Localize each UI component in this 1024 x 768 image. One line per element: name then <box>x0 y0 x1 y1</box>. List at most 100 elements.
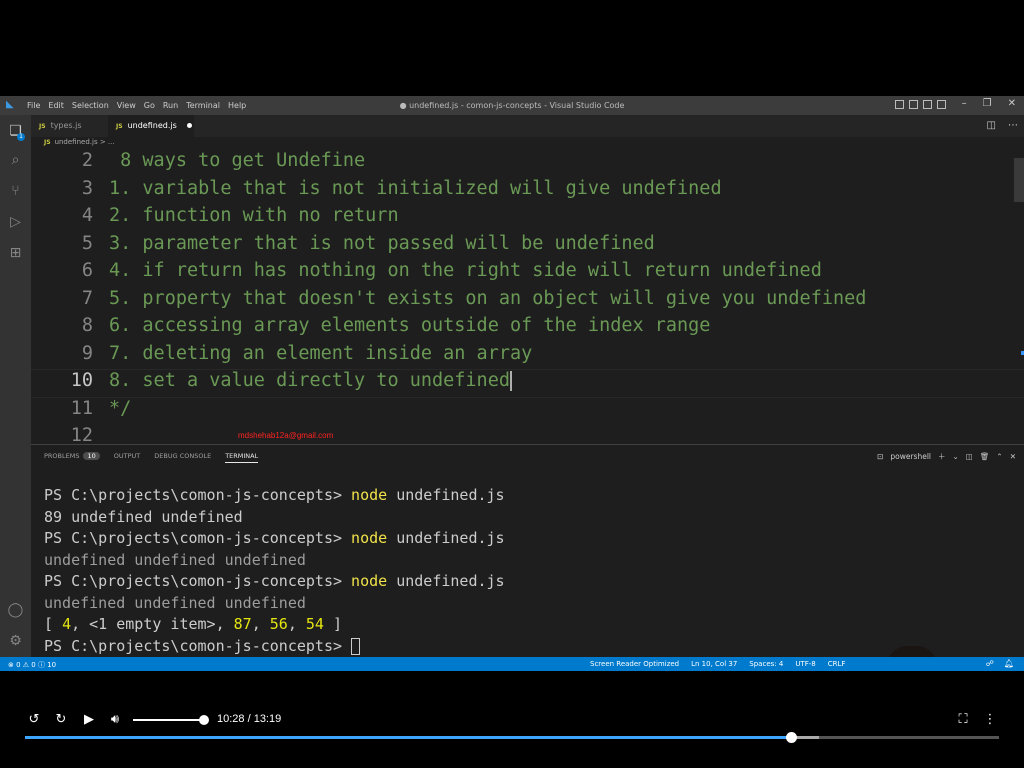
menu-bar: File Edit Selection View Go Run Terminal… <box>27 101 246 110</box>
command-arg: undefined.js <box>387 529 505 547</box>
code-line: 11 */ <box>31 398 1024 425</box>
encoding-status[interactable]: UTF-8 <box>795 660 815 668</box>
line-code: 8 ways to get Undefine <box>109 150 366 171</box>
more-options-icon[interactable]: ⋮ <box>982 712 998 728</box>
extensions-icon[interactable]: ⊞ <box>7 245 24 262</box>
breadcrumb-file[interactable]: undefined.js <box>55 138 98 146</box>
js-file-icon: JS <box>116 123 123 130</box>
exit-fullscreen-icon[interactable]: ⛶ <box>955 712 971 728</box>
shell-name[interactable]: powershell <box>890 452 931 461</box>
output-number: 4 <box>62 615 72 633</box>
tab-terminal[interactable]: TERMINAL <box>225 452 259 463</box>
bottom-panel: PROBLEMS 10 OUTPUT DEBUG CONSOLE TERMINAL… <box>31 444 1024 664</box>
output-text: undefined undefined undefined <box>44 593 306 612</box>
prompt: PS C:\projects\comon-js-concepts> <box>44 529 352 547</box>
feedback-icon[interactable]: ☍ <box>986 659 994 668</box>
toggle-sidebar-icon[interactable] <box>895 100 904 109</box>
notifications-bell-icon[interactable]: 🔔︎ <box>1004 659 1014 668</box>
tab-undefined-js[interactable]: JS undefined.js <box>108 115 194 137</box>
cursor-position-status[interactable]: Ln 10, Col 37 <box>691 660 737 668</box>
terminal-line: PS C:\projects\comon-js-concepts> node u… <box>44 572 505 594</box>
chevron-down-icon[interactable]: ⌄ <box>952 452 958 461</box>
code-line: 12 <box>31 425 1024 444</box>
volume-icon[interactable]: 🔊︎ <box>107 712 123 728</box>
code-line: 6 4. if return has nothing on the right s… <box>31 260 1024 287</box>
line-code: 7. deleting an element inside an array <box>109 342 533 364</box>
run-debug-icon[interactable]: ▷ <box>7 214 24 231</box>
problems-count-badge: 10 <box>83 452 100 460</box>
volume-knob[interactable] <box>199 715 209 725</box>
line-number: 3 <box>81 177 93 199</box>
menu-terminal[interactable]: Terminal <box>186 101 220 110</box>
tab-debug-console[interactable]: DEBUG CONSOLE <box>154 452 211 463</box>
menu-run[interactable]: Run <box>163 101 178 110</box>
tab-types-js[interactable]: JS types.js <box>31 115 108 137</box>
js-file-icon: JS <box>39 123 46 130</box>
command: node <box>351 529 388 547</box>
line-number: 6 <box>81 260 93 281</box>
activity-bar: ❏ 1 ⌕ ⑂ ▷ ⊞ ◯ ⚙ <box>0 115 31 663</box>
video-player-controls: ↺ ↻ ▶ 🔊︎ 10:28 / 13:19 ⛶ ⋮ <box>0 671 1024 768</box>
output-text: [ <box>44 615 63 633</box>
breadcrumb-rest[interactable]: > ... <box>100 138 115 146</box>
progress-fill <box>25 736 791 739</box>
line-number: 7 <box>81 287 93 309</box>
progress-knob[interactable] <box>785 732 797 743</box>
line-number: 12 <box>70 425 93 444</box>
trash-icon[interactable]: 🗑 <box>980 452 990 461</box>
terminal-line: PS C:\projects\comon-js-concepts> <box>44 637 505 659</box>
toggle-secondary-sidebar-icon[interactable] <box>923 100 932 109</box>
forward-10-icon[interactable]: ↻ <box>53 712 69 728</box>
problems-status[interactable]: ⊗ 0 ⚠ 0 ⓘ 10 <box>8 660 56 670</box>
prompt: PS C:\projects\comon-js-concepts> <box>44 636 352 655</box>
terminal-line: [ 4, <1 empty item>, 87, 56, 54 ] <box>44 615 505 637</box>
restore-icon[interactable]: ❐ <box>983 98 992 109</box>
prompt: PS C:\projects\comon-js-concepts> <box>44 572 352 590</box>
code-line: 5 3. parameter that is not passed will be… <box>31 233 1024 260</box>
source-control-icon[interactable]: ⑂ <box>7 183 24 200</box>
menu-help[interactable]: Help <box>228 101 246 110</box>
breadcrumb: JS undefined.js > ... <box>44 138 115 146</box>
minimize-icon[interactable]: – <box>962 98 967 109</box>
toggle-panel-icon[interactable] <box>909 100 918 109</box>
split-editor-icon[interactable]: ◫ <box>987 120 996 131</box>
status-bar: ⊗ 0 ⚠ 0 ⓘ 10 Screen Reader Optimized Ln … <box>0 657 1024 671</box>
output-number: 54 <box>305 615 324 633</box>
more-actions-icon[interactable]: ⋯ <box>1008 120 1018 131</box>
maximize-panel-icon[interactable]: ⌃ <box>996 452 1002 461</box>
output-number: 56 <box>269 615 288 633</box>
menu-file[interactable]: File <box>27 101 40 110</box>
screen-reader-status[interactable]: Screen Reader Optimized <box>590 660 679 668</box>
tab-problems[interactable]: PROBLEMS 10 <box>44 452 100 463</box>
volume-slider[interactable] <box>133 719 204 721</box>
rewind-10-icon[interactable]: ↺ <box>26 712 42 728</box>
split-terminal-icon[interactable]: ◫ <box>966 452 973 461</box>
menu-view[interactable]: View <box>117 101 136 110</box>
editor-scrollbar[interactable] <box>1014 158 1024 202</box>
customize-layout-icon[interactable] <box>937 100 946 109</box>
search-icon[interactable]: ⌕ <box>7 152 24 169</box>
menu-edit[interactable]: Edit <box>48 101 64 110</box>
account-icon[interactable]: ◯ <box>7 602 24 619</box>
line-number: 9 <box>81 342 93 364</box>
line-code: 8. set a value directly to undefined <box>109 370 512 391</box>
tab-output[interactable]: OUTPUT <box>114 452 141 463</box>
code-editor[interactable]: 2 8 ways to get Undefine 3 1. variable th… <box>31 148 1024 444</box>
code-line: 8 6. accessing array elements outside of … <box>31 315 1024 342</box>
close-panel-icon[interactable]: ✕ <box>1010 452 1016 461</box>
settings-gear-icon[interactable]: ⚙ <box>7 633 24 650</box>
code-line: 4 2. function with no return <box>31 205 1024 232</box>
vscode-window: ◣ File Edit Selection View Go Run Termin… <box>0 96 1024 671</box>
unsaved-dot-icon[interactable] <box>186 123 192 128</box>
play-icon[interactable]: ▶ <box>81 712 97 728</box>
menu-go[interactable]: Go <box>144 101 155 110</box>
terminal-output[interactable]: PS C:\projects\comon-js-concepts> node u… <box>44 486 505 658</box>
output-text: ] <box>323 615 343 633</box>
menu-selection[interactable]: Selection <box>72 101 109 110</box>
eol-status[interactable]: CRLF <box>828 660 846 668</box>
command: node <box>351 572 388 590</box>
close-icon[interactable]: ✕ <box>1008 98 1016 109</box>
indentation-status[interactable]: Spaces: 4 <box>749 660 783 668</box>
line-code: 4. if return has nothing on the right si… <box>109 260 822 281</box>
new-terminal-icon[interactable]: ＋ <box>938 451 946 462</box>
